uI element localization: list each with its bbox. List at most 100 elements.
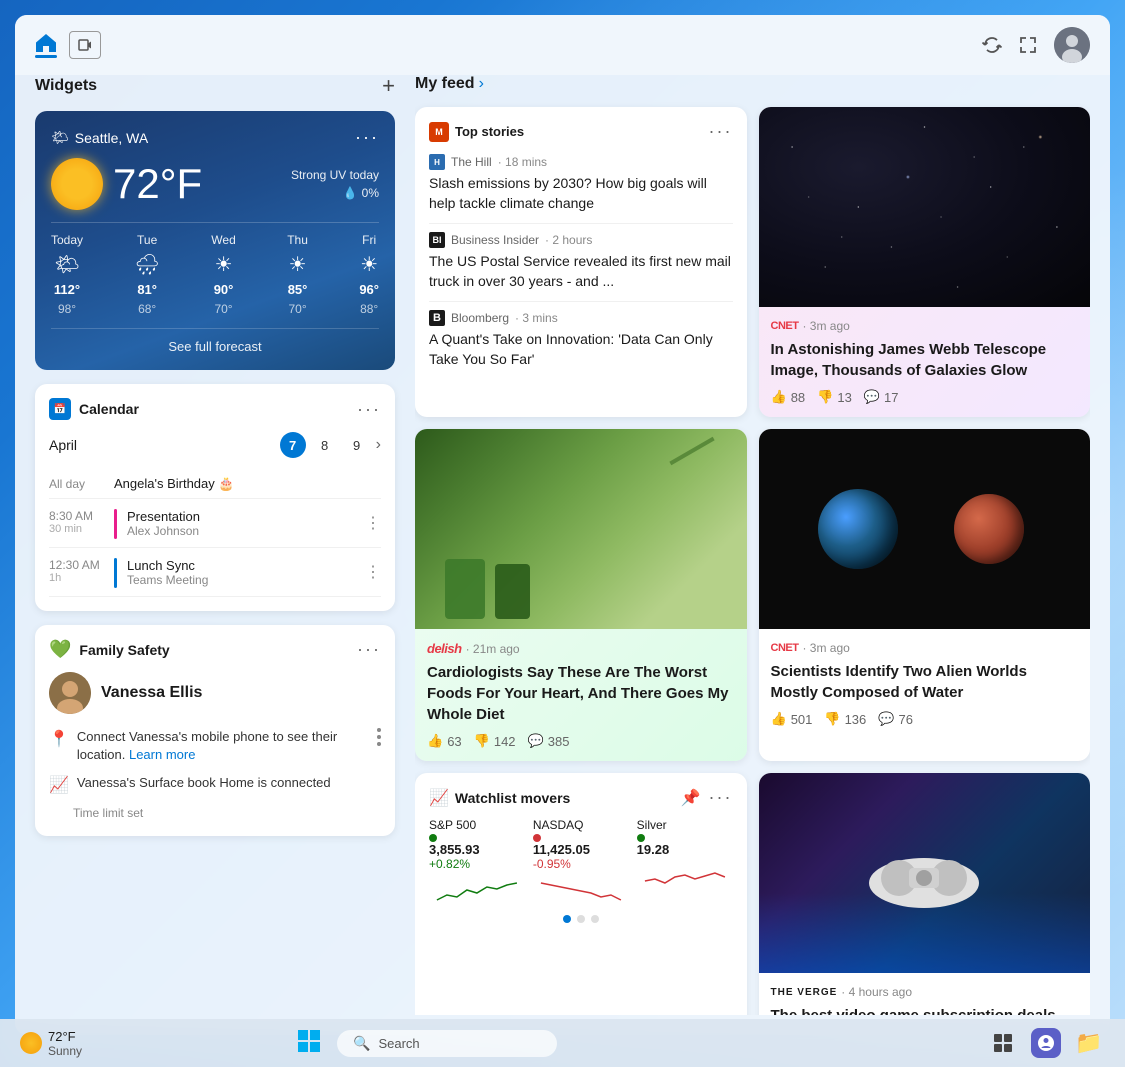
dislikes-1: 👎 13 — [817, 389, 852, 405]
file-explorer-button[interactable]: 📁 — [1073, 1027, 1105, 1059]
card-source-row-4: THE VERGE · 4 hours ago — [771, 985, 1079, 999]
comment-icon-2: 💬 — [528, 733, 544, 749]
comments-3: 💬 76 — [878, 711, 913, 727]
family-avatar — [49, 672, 91, 714]
family-item-location-text: Connect Vanessa's mobile phone to see th… — [77, 728, 381, 764]
article-1-time: · 18 mins — [498, 155, 547, 169]
stock-dot-silver — [637, 834, 645, 842]
date-chip-9[interactable]: 9 — [344, 432, 370, 458]
alien-worlds-title[interactable]: Scientists Identify Two Alien Worlds Mos… — [771, 661, 1079, 703]
taskbar-condition: Sunny — [48, 1044, 82, 1058]
family-title: Family Safety — [79, 642, 169, 658]
stock-value-silver: 19.28 — [637, 842, 733, 857]
page-dot-3[interactable] — [591, 915, 599, 923]
divider-1 — [429, 223, 733, 224]
all-day-event: All day Angela's Birthday 🎂 — [49, 470, 381, 499]
event-more-2[interactable]: ⋮ — [365, 558, 381, 582]
like-icon-2: 👍 — [427, 733, 443, 749]
event-bar-2 — [114, 558, 117, 588]
gaming-title[interactable]: The best video game subscription deals r… — [771, 1005, 1079, 1015]
alien-worlds-content: CNET · 3m ago Scientists Identify Two Al… — [759, 629, 1091, 739]
verge-logo: THE VERGE — [771, 987, 838, 998]
rain-icon: 💧 — [343, 186, 358, 200]
food-image — [415, 429, 747, 629]
article-3-title[interactable]: A Quant's Take on Innovation: 'Data Can … — [429, 330, 733, 369]
weather-location-row: 🌤 Seattle, WA ··· — [51, 127, 379, 148]
event-bar-1 — [114, 509, 117, 539]
feed-chevron[interactable]: › — [479, 75, 484, 93]
date-chip-7[interactable]: 7 — [280, 432, 306, 458]
teams-chat-button[interactable] — [1031, 1028, 1061, 1058]
stock-indicator-silver — [637, 834, 733, 842]
page-dot-2[interactable] — [577, 915, 585, 923]
event-duration-2: 1h — [49, 572, 104, 584]
family-menu-button[interactable]: ··· — [357, 639, 381, 660]
james-webb-stats: 👍 88 👎 13 💬 17 — [771, 389, 1079, 405]
windows-logo-button[interactable] — [297, 1029, 321, 1058]
stock-value-sp500: 3,855.93 — [429, 842, 525, 857]
profile-avatar[interactable] — [1054, 27, 1090, 63]
stock-change-nasdaq: -0.95% — [533, 857, 629, 871]
weather-menu-button[interactable]: ··· — [355, 127, 379, 148]
add-widget-button[interactable]: + — [382, 75, 395, 97]
event-more-1[interactable]: ⋮ — [365, 509, 381, 533]
video-button[interactable] — [69, 31, 101, 59]
forecast-today: Today 🌤 112° 98° — [51, 233, 83, 316]
see-forecast-link[interactable]: See full forecast — [51, 328, 379, 354]
event-duration-1: 30 min — [49, 523, 104, 535]
event-time-col-1: 8:30 AM 30 min — [49, 509, 104, 535]
family-safety-icon: 💚 — [49, 639, 71, 660]
forecast-icon-thu: ☀ — [289, 252, 307, 277]
forecast-icon-fri: ☀ — [360, 252, 378, 277]
taskbar-search[interactable]: 🔍 Search — [337, 1030, 557, 1057]
forecast-tue: Tue 🌧 81° 68° — [134, 233, 159, 316]
planet-mars — [954, 494, 1024, 564]
event-title-2: Lunch Sync — [127, 558, 355, 573]
family-more-options[interactable] — [377, 728, 381, 746]
event-subtitle-1: Alex Johnson — [127, 524, 355, 538]
gaming-content: THE VERGE · 4 hours ago The best video g… — [759, 973, 1091, 1015]
location-icon: 🌤 — [51, 129, 69, 146]
calendar-title: Calendar — [79, 401, 139, 417]
weather-right-info: Strong UV today 💧 0% — [291, 168, 379, 200]
watchlist-card: 📈 Watchlist movers 📌 ··· S&P 500 — [415, 773, 747, 1015]
news-source: M Top stories — [429, 122, 524, 142]
forecast-wed: Wed ☀ 90° 70° — [211, 233, 235, 316]
home-button[interactable] — [35, 33, 57, 58]
watchlist-menu-button[interactable]: ··· — [709, 787, 733, 808]
comments-1: 💬 17 — [864, 389, 899, 405]
taskbar-left: 72°F Sunny — [20, 1029, 82, 1058]
calendar-chevron[interactable]: › — [376, 436, 381, 454]
card-time-1: · 3m ago — [802, 319, 849, 333]
top-bar-left — [35, 31, 101, 59]
learn-more-link[interactable]: Learn more — [129, 747, 195, 762]
calendar-menu-button[interactable]: ··· — [357, 399, 381, 420]
family-item-device-text: Vanessa's Surface book Home is connected — [77, 774, 331, 792]
taskbar-weather[interactable]: 72°F Sunny — [20, 1029, 82, 1058]
article-1-title[interactable]: Slash emissions by 2030? How big goals w… — [429, 174, 733, 213]
task-view-button[interactable] — [987, 1027, 1019, 1059]
date-chip-8[interactable]: 8 — [312, 432, 338, 458]
cardiologist-title[interactable]: Cardiologists Say These Are The Worst Fo… — [427, 662, 735, 725]
news-menu-button[interactable]: ··· — [709, 121, 733, 142]
article-2-time: · 2 hours — [545, 233, 592, 247]
family-safety-widget: 💚 Family Safety ··· Vanessa Ellis — [35, 625, 395, 836]
sparkline-sp500 — [429, 875, 525, 905]
event-title-1: Presentation — [127, 509, 355, 524]
event-time-col-2: 12:30 AM 1h — [49, 558, 104, 584]
bi-icon: BI — [429, 232, 445, 248]
dislikes-2: 👎 142 — [474, 733, 516, 749]
watchlist-title: Watchlist movers — [455, 790, 570, 806]
article-2-source-row: BI Business Insider · 2 hours — [429, 232, 733, 248]
pin-button[interactable]: 📌 — [681, 788, 701, 808]
page-dot-1[interactable] — [563, 915, 571, 923]
likes-3: 👍 501 — [771, 711, 813, 727]
family-item-device: 📈 Vanessa's Surface book Home is connect… — [49, 774, 381, 795]
expand-button[interactable] — [1018, 35, 1038, 55]
watchlist-header: 📈 Watchlist movers 📌 ··· — [429, 787, 733, 808]
article-2-title[interactable]: The US Postal Service revealed its first… — [429, 252, 733, 291]
calendar-header: 📅 Calendar ··· — [49, 398, 381, 420]
james-webb-title[interactable]: In Astonishing James Webb Telescope Imag… — [771, 339, 1079, 381]
sun-icon — [51, 158, 103, 210]
refresh-button[interactable] — [982, 35, 1002, 55]
